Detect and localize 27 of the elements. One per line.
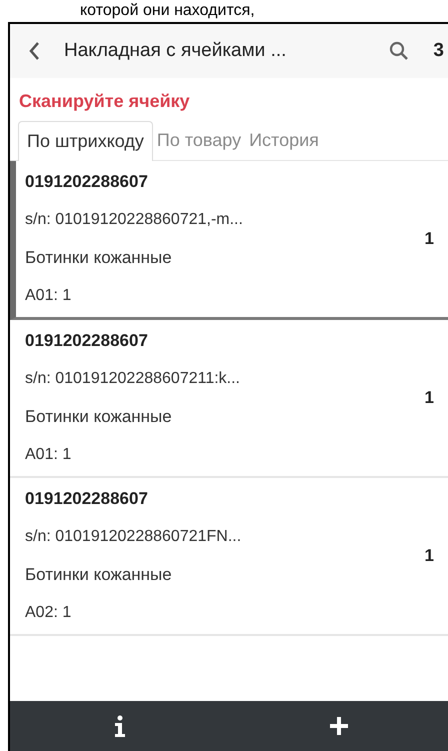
item-serial: s/n: 010191202288607211:k... xyxy=(25,369,241,389)
list-item[interactable]: 0191202288607 s/n: 01019120228860721FN... Ботинки кожанные A02: 1 1 xyxy=(10,478,448,636)
item-name: Ботинки кожанные xyxy=(25,247,173,269)
item-quantity: 1 xyxy=(424,387,434,410)
item-cell-text: A01: 1 xyxy=(25,286,72,306)
item-name: Ботинки кожанные xyxy=(25,564,173,586)
search-icon[interactable] xyxy=(389,41,410,61)
item-barcode: 0191202288607 xyxy=(25,330,149,352)
item-cell-text: A01: 1 xyxy=(25,445,72,465)
back-icon[interactable] xyxy=(28,41,40,61)
plus-icon[interactable] xyxy=(328,716,348,736)
item-name: Ботинки кожанные xyxy=(25,406,173,428)
info-icon[interactable] xyxy=(114,715,126,737)
item-barcode: 0191202288607 xyxy=(25,488,149,510)
app-bar-title: Накладная с ячейками ... xyxy=(64,38,286,63)
item-quantity: 1 xyxy=(424,228,434,250)
list-item[interactable]: 0191202288607 s/n: 01019120228860721,-m... Ботинки кожанные A01: 1 1 xyxy=(10,161,448,320)
prompt: Сканируйте ячейку xyxy=(18,90,191,113)
item-quantity: 1 xyxy=(424,545,434,568)
counter: 3 xyxy=(433,38,444,63)
list-item[interactable]: 0191202288607 s/n: 010191202288607211:k... Ботинки кожанные A01: 1 1 xyxy=(10,320,448,478)
item-barcode: 0191202288607 xyxy=(25,171,149,193)
item-cell-text: A02: 1 xyxy=(25,603,72,623)
context-text: которой они находится, xyxy=(79,1,256,21)
item-serial: s/n: 01019120228860721FN... xyxy=(25,527,242,547)
item-serial: s/n: 01019120228860721,-m... xyxy=(25,210,244,230)
tab[interactable]: По штрихкоду xyxy=(18,121,153,161)
